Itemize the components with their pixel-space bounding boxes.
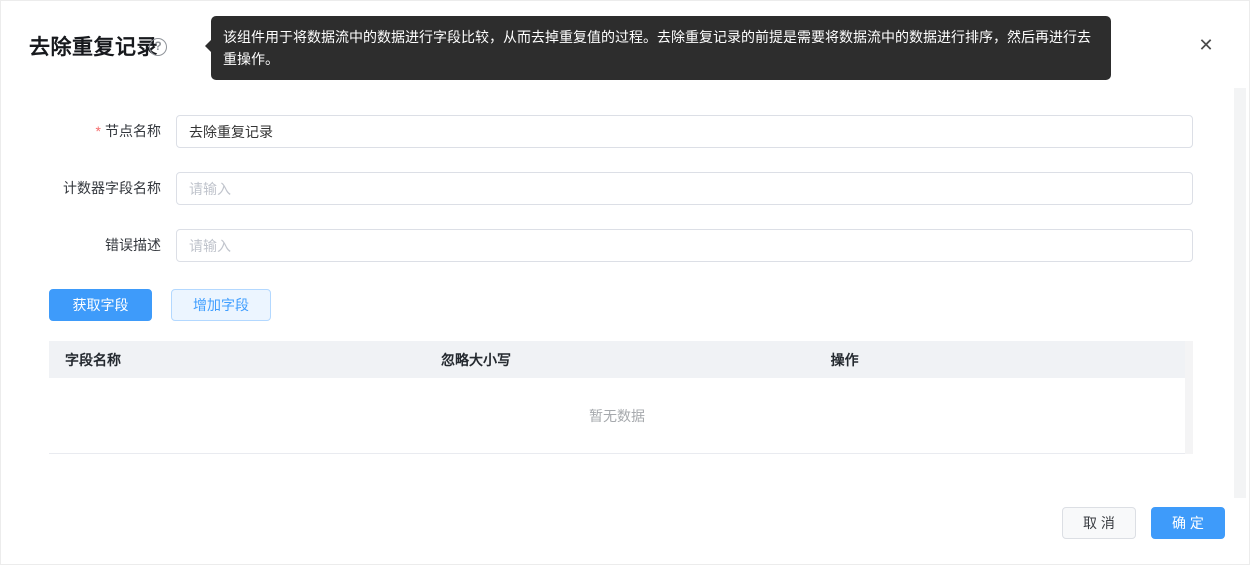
add-field-button[interactable]: 增加字段 xyxy=(171,289,271,321)
help-tooltip: 该组件用于将数据流中的数据进行字段比较，从而去掉重复值的过程。去除重复记录的前提… xyxy=(211,16,1111,80)
dedup-record-dialog: 去除重复记录 ? ✕ 该组件用于将数据流中的数据进行字段比较，从而去掉重复值的过… xyxy=(0,0,1250,565)
counter-field-label: 计数器字段名称 xyxy=(1,172,161,205)
required-mark: * xyxy=(96,123,101,139)
counter-field-input[interactable] xyxy=(176,172,1193,205)
fields-table-header: 字段名称 忽略大小写 操作 xyxy=(49,341,1185,378)
node-name-label: *节点名称 xyxy=(1,115,161,148)
confirm-button[interactable]: 确 定 xyxy=(1151,507,1225,539)
column-header-field-name: 字段名称 xyxy=(49,350,425,370)
fields-table: 字段名称 忽略大小写 操作 暂无数据 xyxy=(49,341,1193,454)
column-header-ignore-case: 忽略大小写 xyxy=(425,350,815,370)
close-icon[interactable]: ✕ xyxy=(1195,34,1217,56)
dialog-scrollbar[interactable] xyxy=(1234,88,1246,498)
form-row-error-desc: 错误描述 xyxy=(1,229,1250,262)
help-icon[interactable]: ? xyxy=(149,38,167,56)
fields-table-empty-body: 暂无数据 xyxy=(49,378,1185,454)
form-row-node-name: *节点名称 xyxy=(1,115,1250,148)
empty-state-text: 暂无数据 xyxy=(589,406,645,426)
tooltip-arrow-icon xyxy=(205,39,212,53)
column-header-operations: 操作 xyxy=(815,350,1185,370)
node-name-input[interactable] xyxy=(176,115,1193,148)
cancel-button[interactable]: 取 消 xyxy=(1062,507,1136,539)
fetch-fields-button[interactable]: 获取字段 xyxy=(49,289,152,321)
form-row-counter-field: 计数器字段名称 xyxy=(1,172,1250,205)
error-desc-input[interactable] xyxy=(176,229,1193,262)
table-scrollbar-gutter xyxy=(1185,341,1193,454)
page-title: 去除重复记录 xyxy=(29,31,158,61)
tooltip-text: 该组件用于将数据流中的数据进行字段比较，从而去掉重复值的过程。去除重复记录的前提… xyxy=(223,29,1091,67)
error-desc-label: 错误描述 xyxy=(1,229,161,262)
